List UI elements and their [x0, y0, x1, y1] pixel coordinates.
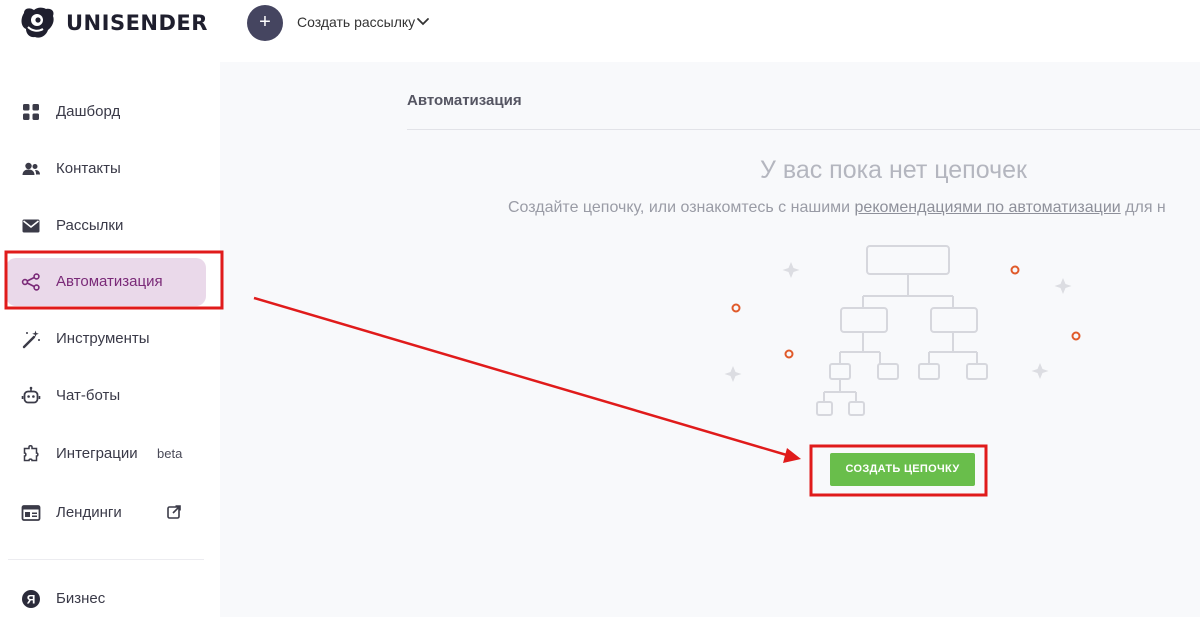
svg-text:Я: Я — [27, 593, 36, 607]
mail-icon — [22, 219, 40, 233]
puzzle-icon — [23, 444, 39, 462]
sidebar-item-automation[interactable]: Автоматизация — [6, 258, 206, 306]
logo-text: UNISENDER — [66, 11, 208, 35]
chevron-down-icon[interactable] — [415, 14, 431, 30]
dashboard-grid-icon — [23, 104, 39, 120]
create-campaign-dropdown[interactable]: Создать рассылку — [297, 14, 415, 30]
beta-badge: beta — [157, 446, 183, 461]
page-title: Автоматизация — [407, 92, 522, 109]
empty-text-before: Создайте цепочку, или ознакомтесь с наши… — [508, 199, 855, 216]
external-link-icon[interactable] — [166, 504, 182, 520]
title-divider — [407, 129, 1200, 130]
sidebar-item-label: Интеграции — [56, 445, 138, 462]
empty-chain-illustration — [724, 245, 1081, 416]
users-icon — [22, 162, 40, 175]
magic-wand-icon — [22, 330, 40, 349]
landing-page-icon — [21, 505, 41, 521]
logo-dog-icon — [21, 7, 54, 38]
sidebar-item-contacts[interactable]: Контакты — [6, 145, 206, 193]
sidebar-item-label: Автоматизация — [56, 273, 163, 290]
sidebar-item-tools[interactable]: Инструменты — [6, 315, 206, 363]
sidebar-divider — [8, 559, 204, 560]
sidebar-item-dashboard[interactable]: Дашборд — [6, 88, 206, 136]
empty-state-text: Создайте цепочку, или ознакомтесь с наши… — [508, 199, 1166, 217]
empty-state-title: У вас пока нет цепочек — [760, 156, 1027, 184]
sidebar-item-label: Рассылки — [56, 217, 124, 234]
sidebar-item-label: Контакты — [56, 160, 121, 177]
share-nodes-icon — [21, 273, 40, 291]
sidebar: Дашборд Контакты Рассылки Автоматизация — [0, 52, 220, 617]
robot-icon — [21, 386, 41, 404]
create-chain-button[interactable]: СОЗДАТЬ ЦЕПОЧКУ — [830, 453, 975, 486]
automation-recommendations-link[interactable]: рекомендациями по автоматизации — [855, 199, 1121, 216]
logo[interactable]: UNISENDER — [18, 5, 208, 41]
sidebar-item-landings[interactable]: Лендинги — [6, 489, 206, 537]
sidebar-item-label: Бизнес — [56, 590, 106, 607]
sidebar-item-chatbots[interactable]: Чат-боты — [6, 372, 206, 420]
sidebar-item-label: Дашборд — [56, 103, 121, 120]
sidebar-item-label: Лендинги — [56, 504, 122, 521]
sidebar-item-mailings[interactable]: Рассылки — [6, 202, 206, 250]
sidebar-item-label: Чат-боты — [56, 387, 121, 404]
empty-text-after: для н — [1120, 199, 1166, 216]
yandex-icon: Я — [22, 590, 40, 608]
top-bar: UNISENDER + Создать рассылку — [0, 0, 1200, 52]
sidebar-item-integrations[interactable]: Интеграции beta — [6, 430, 206, 478]
sidebar-item-label: Инструменты — [56, 330, 150, 347]
sidebar-item-business[interactable]: Я Бизнес — [6, 575, 206, 617]
create-plus-button[interactable]: + — [247, 5, 283, 41]
